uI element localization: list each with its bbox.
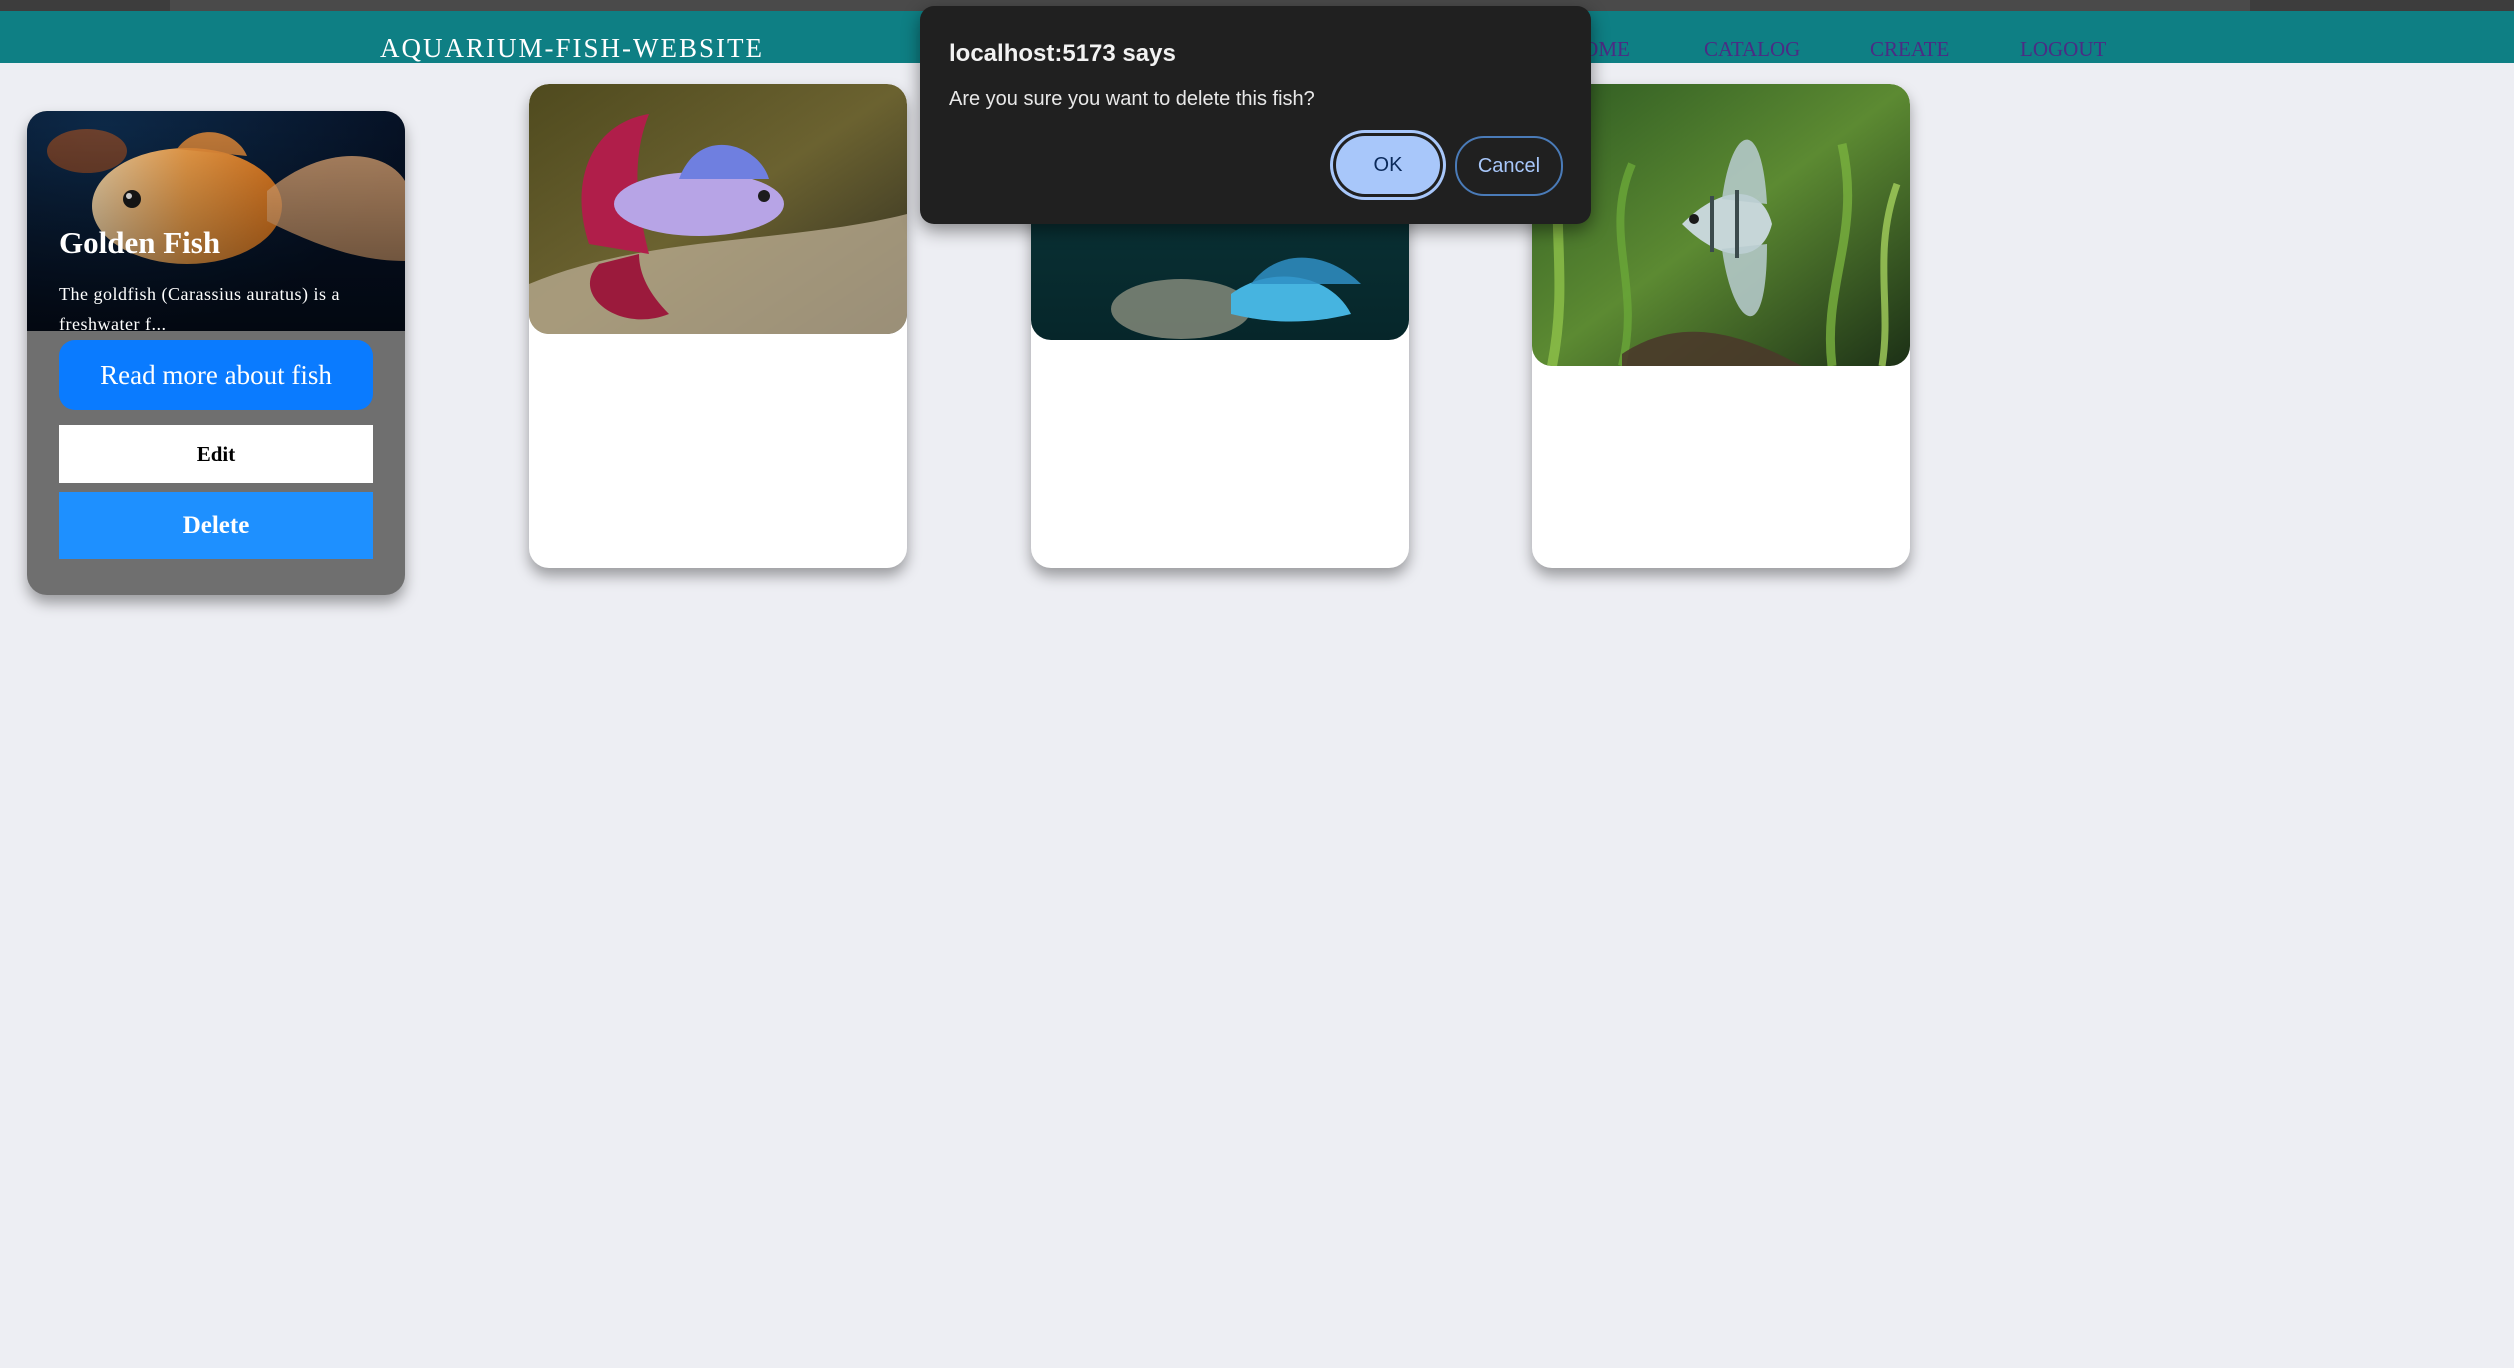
nav-link-catalog[interactable]: CATALOG xyxy=(1704,37,1800,62)
fish-card-betta[interactable] xyxy=(529,84,907,568)
cancel-button[interactable]: Cancel xyxy=(1455,136,1563,196)
fish-title: Golden Fish xyxy=(59,225,221,260)
dialog-title: localhost:5173 says xyxy=(949,40,1176,67)
nav-link-create[interactable]: CREATE xyxy=(1870,37,1949,62)
fish-description: The goldfish (Carassius auratus) is a fr… xyxy=(59,284,340,334)
fish-card-golden: Golden Fish The goldfish (Carassius aura… xyxy=(27,111,405,595)
delete-button[interactable]: Delete xyxy=(59,492,373,559)
betta-fish-photo xyxy=(529,84,907,334)
dialog-message: Are you sure you want to delete this fis… xyxy=(949,88,1315,110)
edit-button[interactable]: Edit xyxy=(59,425,373,483)
confirm-dialog: localhost:5173 says Are you sure you wan… xyxy=(920,6,1591,224)
site-title[interactable]: AQUARIUM-FISH-WEBSITE xyxy=(380,33,764,64)
betta-illustration xyxy=(529,84,907,334)
nav-link-logout[interactable]: LOGOUT xyxy=(2020,37,2106,62)
ok-button[interactable]: OK xyxy=(1336,136,1440,194)
read-more-button[interactable]: Read more about fish xyxy=(59,340,373,410)
